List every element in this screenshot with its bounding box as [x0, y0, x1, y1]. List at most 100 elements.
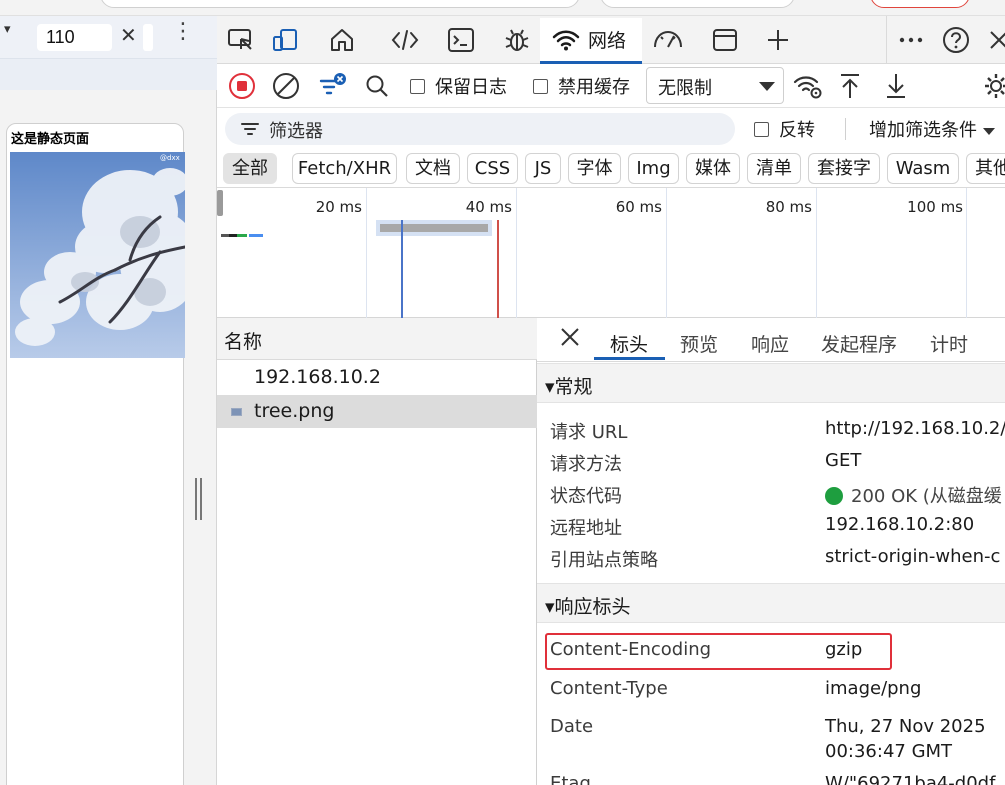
- type-filter-css[interactable]: CSS: [467, 153, 518, 184]
- request-list-header[interactable]: 名称: [217, 318, 537, 360]
- elements-icon[interactable]: [387, 22, 423, 58]
- invert-check[interactable]: [754, 121, 769, 137]
- emulated-page: 这是静态页面 @dxx: [6, 123, 185, 785]
- status-code-text: 200 OK (从磁盘缓: [851, 486, 1002, 507]
- application-icon[interactable]: [707, 22, 743, 58]
- home-icon[interactable]: [324, 22, 360, 58]
- header-key: Content-Encoding: [550, 639, 712, 660]
- resource-type-filters: 全部 Fetch/XHR 文档 CSS JS 字体 Img 媒体 清单 套接字 …: [217, 150, 1005, 188]
- timeline-tick: 60 ms: [615, 198, 662, 216]
- tab-headers[interactable]: 标头: [610, 330, 648, 357]
- chevron-down-icon: [983, 127, 995, 135]
- filter-input[interactable]: 筛选器: [225, 113, 735, 145]
- status-ok-icon: [825, 487, 843, 505]
- help-icon[interactable]: [938, 22, 974, 58]
- close-icon[interactable]: ✕: [120, 23, 137, 47]
- type-filter-doc[interactable]: 文档: [406, 153, 460, 184]
- preserve-log-checkbox[interactable]: 保留日志: [410, 72, 507, 100]
- import-har-button[interactable]: [838, 72, 862, 100]
- resize-handle[interactable]: [194, 478, 204, 520]
- general-section-header[interactable]: ▾常规: [537, 363, 1005, 403]
- close-devtools-icon[interactable]: [981, 22, 1005, 58]
- type-filter-wasm[interactable]: Wasm: [887, 153, 959, 184]
- type-filter-media[interactable]: 媒体: [686, 153, 740, 184]
- type-filter-all[interactable]: 全部: [223, 153, 277, 184]
- more-tools-icon[interactable]: [893, 22, 929, 58]
- disable-cache-check[interactable]: [533, 78, 548, 94]
- browser-pill-red[interactable]: [870, 0, 970, 8]
- type-filter-fetch-xhr[interactable]: Fetch/XHR: [292, 153, 397, 184]
- upload-icon: [841, 74, 859, 98]
- disable-cache-checkbox[interactable]: 禁用缓存: [533, 72, 630, 100]
- throttling-value: 无限制: [658, 78, 712, 99]
- performance-icon[interactable]: [650, 22, 686, 58]
- image-watermark: @dxx: [160, 154, 180, 162]
- inspect-element-icon[interactable]: [223, 22, 259, 58]
- tab-network[interactable]: 网络: [540, 18, 642, 64]
- devtools-tabbar: 网络: [217, 16, 1005, 64]
- type-filter-manifest[interactable]: 清单: [747, 153, 801, 184]
- zoom-input[interactable]: 110: [37, 24, 112, 51]
- download-icon: [887, 74, 905, 98]
- timeline-tick: 20 ms: [315, 198, 362, 216]
- record-button[interactable]: [228, 72, 256, 100]
- network-overview-timeline: 20 ms 40 ms 60 ms 80 ms 100 ms: [217, 188, 1005, 318]
- network-toolbar: 保留日志 禁用缓存 无限制: [217, 64, 1005, 108]
- request-row[interactable]: tree.png: [217, 395, 537, 428]
- browser-pill[interactable]: [600, 0, 795, 8]
- add-filter-button[interactable]: 增加筛选条件: [869, 116, 995, 142]
- request-list: 名称 192.168.10.2 tree.png: [217, 318, 537, 785]
- header-value: W/"69271ba4-d0df: [825, 773, 996, 785]
- type-filter-img[interactable]: Img: [628, 153, 679, 184]
- type-filter-js[interactable]: JS: [525, 153, 561, 184]
- tab-preview[interactable]: 预览: [680, 330, 718, 357]
- header-value: http://192.168.10.2/: [825, 418, 1005, 439]
- overview-request-bar: [380, 224, 488, 232]
- debugger-bug-icon[interactable]: [499, 22, 535, 58]
- tab-initiator[interactable]: 发起程序: [821, 330, 897, 357]
- console-icon[interactable]: [443, 22, 479, 58]
- chevron-down-icon: [759, 82, 775, 91]
- disable-cache-label: 禁用缓存: [558, 77, 630, 98]
- tab-response[interactable]: 响应: [751, 330, 789, 357]
- throttling-select[interactable]: 无限制: [646, 67, 784, 104]
- header-key: 状态代码: [550, 486, 622, 507]
- header-value: GET: [825, 450, 862, 471]
- request-row[interactable]: 192.168.10.2: [217, 361, 537, 394]
- export-har-button[interactable]: [884, 72, 908, 100]
- type-filter-socket[interactable]: 套接字: [808, 153, 880, 184]
- invert-checkbox[interactable]: 反转: [754, 116, 815, 142]
- tab-timing[interactable]: 计时: [930, 330, 968, 357]
- page-title: 这是静态页面: [11, 132, 90, 147]
- invert-label: 反转: [779, 120, 815, 141]
- filter-toggle-button[interactable]: [318, 72, 348, 100]
- record-icon: [229, 73, 255, 99]
- network-conditions-button[interactable]: [793, 72, 823, 100]
- header-value: gzip: [825, 639, 863, 660]
- header-key: Date: [550, 716, 594, 737]
- response-headers-section-header[interactable]: ▾响应标头: [537, 583, 1005, 623]
- close-details-button[interactable]: [559, 326, 581, 353]
- device-input-stub[interactable]: [143, 24, 153, 51]
- address-bar[interactable]: [100, 0, 580, 8]
- general-section-title: ▾常规: [545, 376, 593, 398]
- overview-left-handle[interactable]: [217, 190, 223, 216]
- clear-icon: [273, 73, 299, 99]
- add-tab-icon[interactable]: [760, 22, 796, 58]
- search-button[interactable]: [364, 72, 390, 100]
- more-options-icon[interactable]: ⋮: [172, 19, 194, 44]
- preserve-log-check[interactable]: [410, 78, 425, 94]
- header-value: image/png: [825, 678, 922, 699]
- timeline-gridline: [666, 188, 667, 318]
- type-filter-font[interactable]: 字体: [568, 153, 621, 184]
- type-filter-other[interactable]: 其他: [966, 153, 1005, 184]
- header-key: Content-Type: [550, 678, 668, 699]
- dimensions-dropdown-icon[interactable]: ▾: [4, 22, 11, 37]
- network-settings-button[interactable]: [983, 72, 1005, 100]
- clear-button[interactable]: [272, 72, 300, 100]
- request-name: 192.168.10.2: [254, 366, 381, 388]
- add-filter-label: 增加筛选条件: [869, 120, 977, 141]
- timeline-tick: 40 ms: [465, 198, 512, 216]
- filter-icon: [319, 73, 346, 95]
- device-toggle-icon[interactable]: [267, 22, 303, 58]
